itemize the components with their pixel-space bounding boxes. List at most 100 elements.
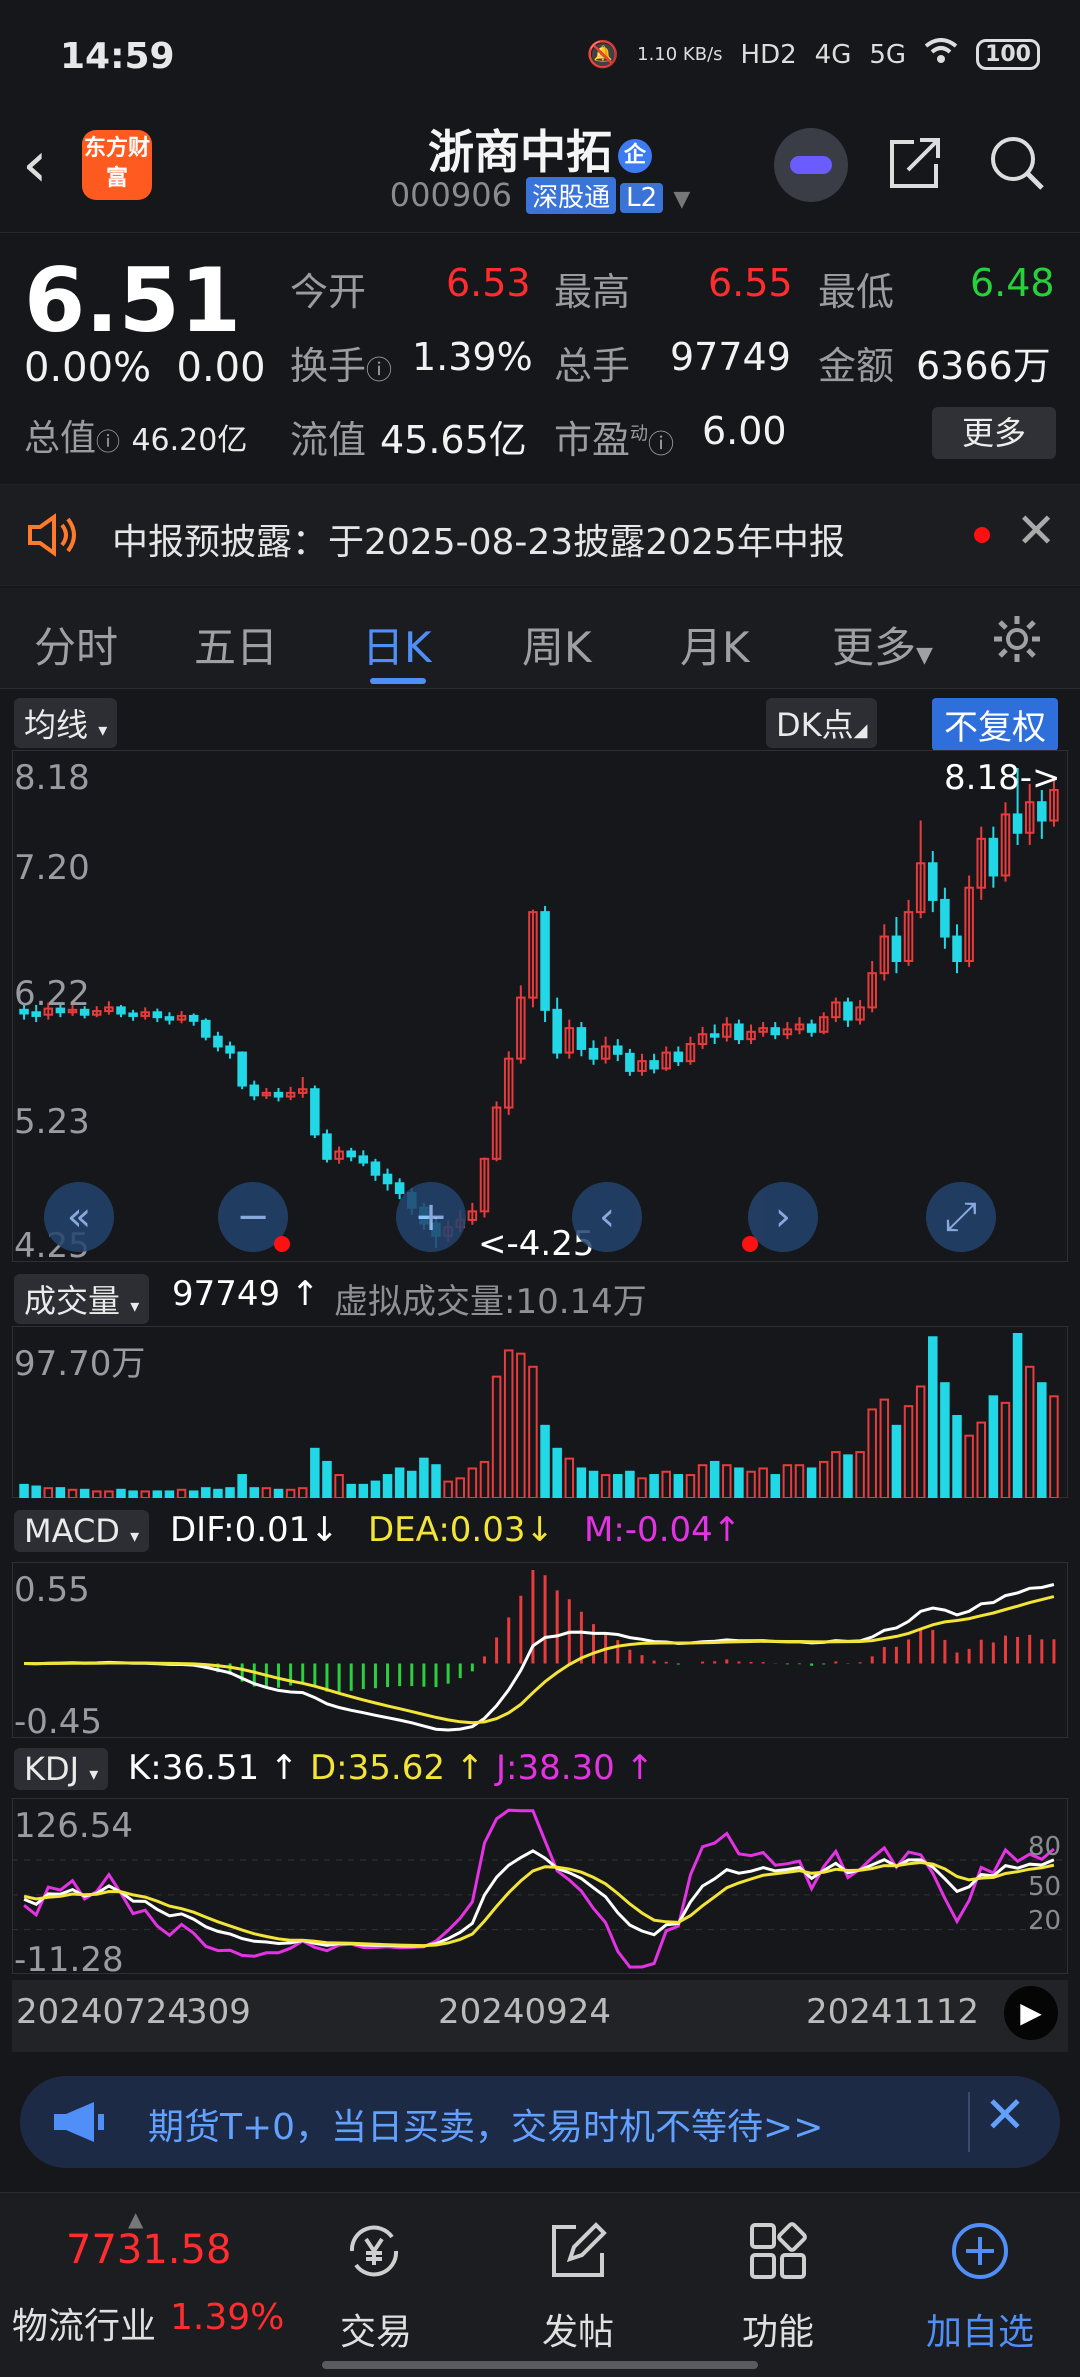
index-value[interactable]: 7731.58 (66, 2227, 231, 2273)
more-button[interactable]: 更多 (932, 407, 1056, 459)
kdj-chart[interactable] (12, 1798, 1068, 1974)
y-tick-4: 5.23 (14, 1102, 90, 1142)
change-percent: 0.00% (24, 345, 152, 391)
search-icon[interactable] (986, 132, 1048, 194)
settings-gear-icon[interactable] (990, 612, 1044, 666)
enterprise-badge-icon[interactable]: 企 (618, 138, 652, 173)
change-value: 0.00 (176, 345, 266, 391)
promo-text: 期货T+0，当日买卖，交易时机不等待>> (148, 2107, 824, 2148)
promo-banner[interactable]: 期货T+0，当日买卖，交易时机不等待>> ✕ (20, 2076, 1060, 2168)
step-left-icon[interactable]: ‹ (572, 1182, 642, 1252)
scroll-right-icon[interactable]: ▶ (1004, 1986, 1058, 2040)
tab-daily-k[interactable]: 日K (362, 614, 432, 675)
volume-bar (104, 1490, 114, 1498)
macd-chart[interactable] (12, 1562, 1068, 1738)
volume-bar (697, 1464, 708, 1498)
volume-bar (334, 1474, 344, 1498)
kdj-tick-bottom: -11.28 (14, 1940, 124, 1980)
macd-tick-top: 0.55 (14, 1570, 90, 1610)
macd-m: M:-0.04↑ (584, 1510, 742, 1550)
volume-bar (176, 1488, 187, 1498)
function-grid-icon[interactable] (746, 2219, 810, 2283)
post-edit-icon[interactable] (546, 2219, 610, 2283)
candlestick-chart[interactable] (12, 750, 1068, 1262)
stock-header: ‹ 东方财富 浙商中拓企 000906 深股通 L2 ▼ (0, 120, 1080, 232)
add-watchlist-icon[interactable] (948, 2219, 1012, 2283)
fast-back-icon[interactable]: « (44, 1182, 114, 1252)
close-icon[interactable]: ✕ (1016, 503, 1056, 559)
volume-bar (370, 1480, 381, 1498)
candle-body (928, 862, 938, 901)
function-label[interactable]: 功能 (698, 2303, 858, 2355)
info-icon[interactable]: ⓘ (96, 428, 120, 456)
volume-bar (31, 1485, 41, 1498)
date-start: 20240724 (16, 1992, 190, 2032)
trade-yen-icon[interactable] (342, 2219, 406, 2283)
assistant-robot-icon[interactable] (774, 128, 848, 202)
kdj-k: K:36.51 ↑ (128, 1748, 299, 1788)
macd-dif-line (24, 1583, 1055, 1732)
candle-body (891, 935, 902, 962)
volume-bar (261, 1487, 272, 1498)
volume-bar (564, 1457, 575, 1498)
y-tick-2: 7.20 (14, 848, 90, 888)
volume-bar (818, 1460, 829, 1498)
net-speed: 1.10 KB/s (637, 43, 723, 65)
index-change: 1.39% (170, 2297, 285, 2338)
dk-point-selector[interactable]: DK点◢ (766, 698, 878, 748)
volume-bar (625, 1470, 635, 1498)
tab-monthly-k[interactable]: 月K (680, 614, 750, 675)
volume-bar (612, 1474, 623, 1498)
volume-bar (503, 1349, 514, 1498)
candle-body (709, 1033, 720, 1038)
candle-body (649, 1060, 659, 1070)
tab-more[interactable]: 更多▼ (832, 614, 933, 675)
divider (968, 2092, 970, 2152)
candle-body (370, 1161, 381, 1176)
candle-body (273, 1091, 284, 1098)
candle-body (552, 1008, 562, 1054)
kdj-level-80: 80 (1028, 1832, 1062, 1862)
volume-bar (140, 1490, 150, 1498)
fullscreen-icon[interactable]: ⤢ (926, 1182, 996, 1252)
tab-weekly-k[interactable]: 周K (522, 614, 592, 675)
date-partial: 309 (186, 1992, 251, 2032)
zoom-in-icon[interactable]: + (396, 1182, 466, 1252)
tab-intraday[interactable]: 分时 (34, 614, 118, 675)
ma-selector[interactable]: 均线 ▾ (14, 698, 118, 748)
candle-body (358, 1155, 369, 1164)
macd-selector[interactable]: MACD ▾ (14, 1510, 150, 1552)
volume-bar (952, 1415, 962, 1498)
volume-bar (685, 1474, 696, 1498)
trade-label[interactable]: 交易 (296, 2303, 456, 2355)
share-icon[interactable] (884, 132, 946, 194)
notice-bar[interactable]: 中报预披露：于2025-08-23披露2025年中报 ✕ (0, 484, 1080, 586)
candle-body (322, 1133, 332, 1160)
index-name[interactable]: 物流行业 (12, 2297, 156, 2349)
candle-body (188, 1014, 199, 1022)
step-right-icon[interactable]: › (748, 1182, 818, 1252)
tab-five-day[interactable]: 五日 (194, 614, 278, 675)
volume-bar (164, 1490, 175, 1498)
volume-bar (903, 1405, 914, 1498)
status-icons: 🔕 1.10 KB/s HD2 4G 5G 100 (587, 38, 1040, 71)
y-tick-max: 8.18 (14, 758, 90, 798)
volume-bar (516, 1352, 526, 1498)
kdj-selector[interactable]: KDJ ▾ (14, 1748, 109, 1790)
candle-body (346, 1150, 356, 1158)
no-adjust-button[interactable]: 不复权 (932, 698, 1058, 751)
kdj-level-20: 20 (1028, 1906, 1062, 1936)
add-watchlist-label[interactable]: 加自选 (900, 2303, 1060, 2355)
volume-chart[interactable] (12, 1326, 1068, 1498)
post-label[interactable]: 发帖 (498, 2303, 658, 2355)
volume-bar (867, 1408, 877, 1498)
volume-bar (1024, 1365, 1035, 1498)
volume-bar (540, 1424, 550, 1498)
close-icon[interactable]: ✕ (984, 2086, 1026, 2144)
float-label: 流值 (290, 418, 367, 462)
volume-selector[interactable]: 成交量 ▾ (14, 1274, 150, 1324)
marker-dot (274, 1236, 290, 1252)
candle-body (249, 1084, 260, 1097)
volume-bar (394, 1467, 405, 1498)
candle-body (843, 1001, 853, 1021)
